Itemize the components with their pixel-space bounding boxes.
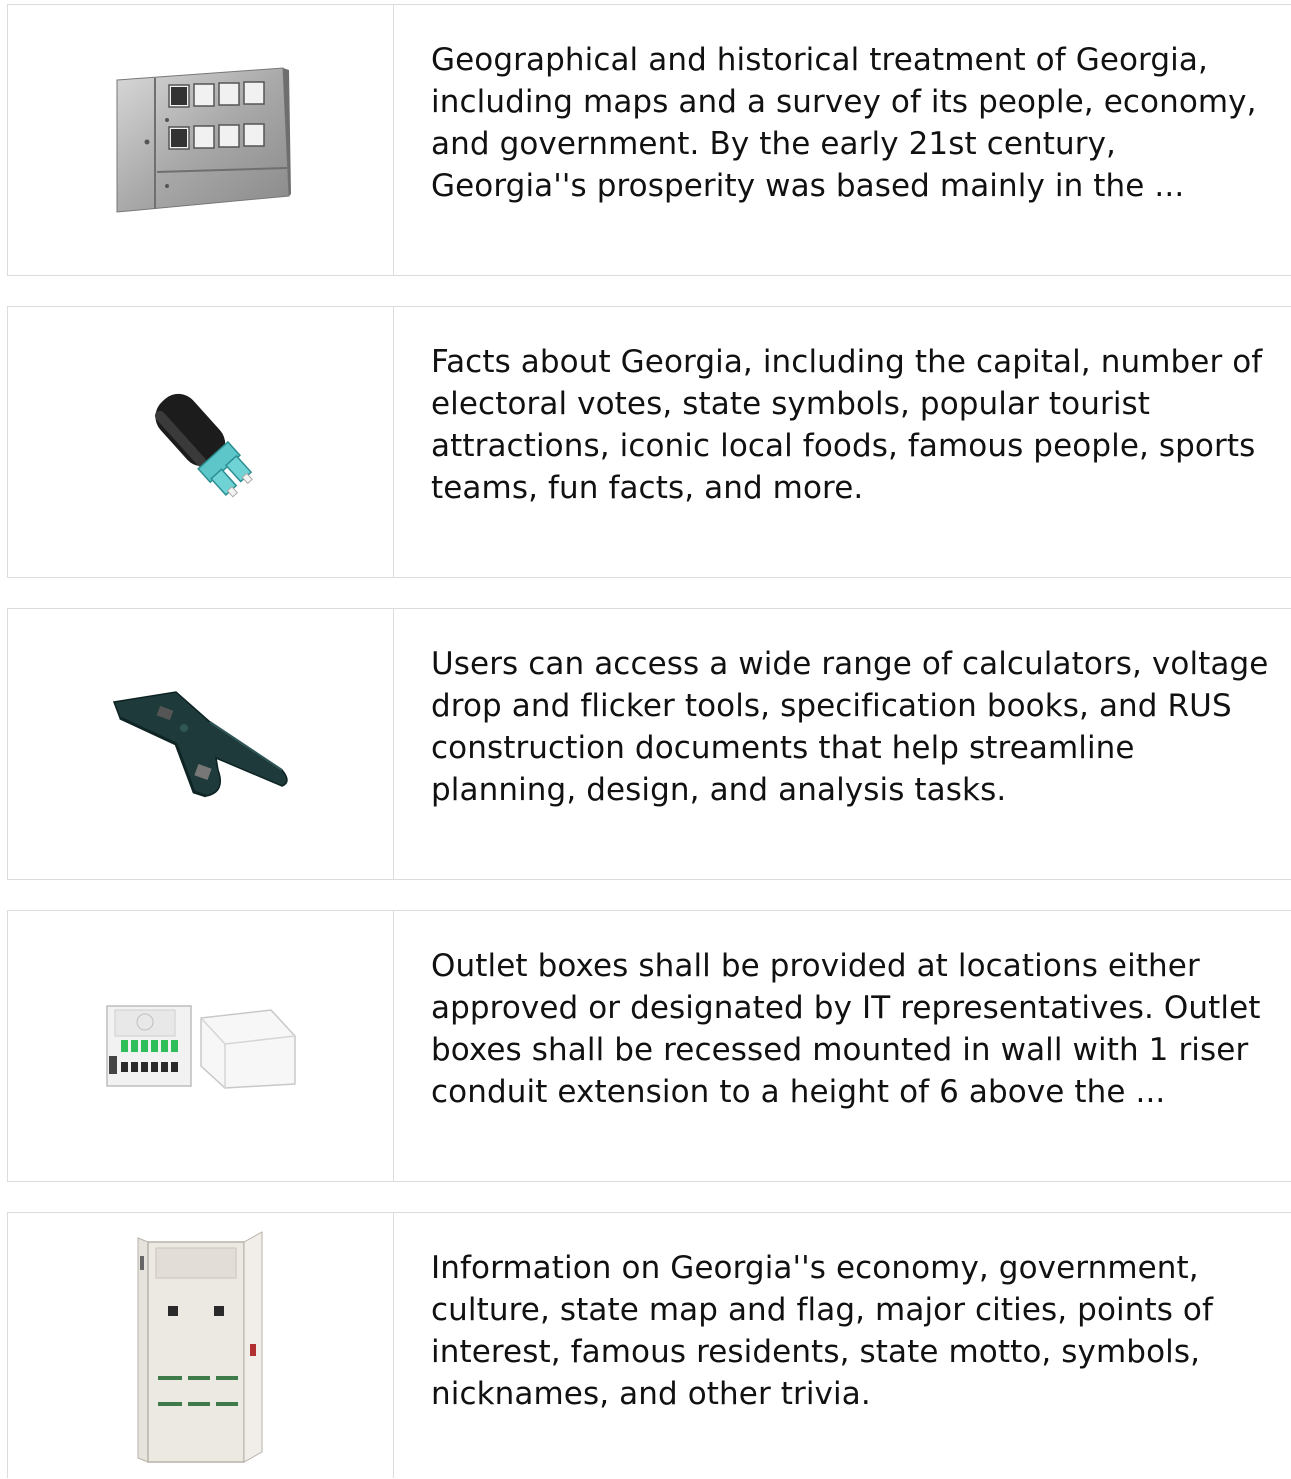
product-image[interactable]: [8, 911, 394, 1181]
lc-fiber-connector-icon: [154, 393, 253, 498]
item-description: Geographical and historical treatment of…: [431, 42, 1257, 204]
product-image[interactable]: [8, 1213, 394, 1478]
item-description: Outlet boxes shall be provided at locati…: [431, 948, 1261, 1110]
product-image[interactable]: [8, 5, 394, 275]
list-item[interactable]: Outlet boxes shall be provided at locati…: [7, 910, 1291, 1182]
floor-standing-cabinet-icon: [137, 1230, 262, 1463]
fiber-termination-box-icon: [105, 1005, 296, 1089]
product-image[interactable]: [8, 609, 394, 879]
item-description: Facts about Georgia, including the capit…: [431, 344, 1263, 506]
list-item[interactable]: Users can access a wide range of calcula…: [7, 608, 1291, 880]
item-description: Users can access a wide range of calcula…: [431, 646, 1269, 808]
product-list: Geographical and historical treatment of…: [7, 4, 1291, 1478]
crimping-tool-icon: [112, 691, 288, 798]
product-image[interactable]: [8, 307, 394, 577]
list-item[interactable]: Facts about Georgia, including the capit…: [7, 306, 1291, 578]
item-description: Information on Georgia''s economy, gover…: [431, 1250, 1214, 1412]
list-item[interactable]: Geographical and historical treatment of…: [7, 4, 1291, 276]
stainless-meter-cabinet-icon: [116, 67, 291, 213]
list-item[interactable]: Information on Georgia''s economy, gover…: [7, 1212, 1291, 1478]
